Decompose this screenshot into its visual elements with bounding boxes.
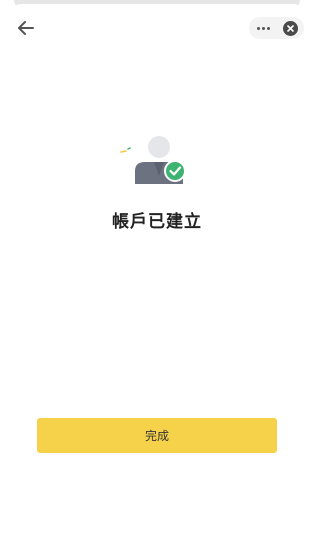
more-button[interactable] (257, 17, 270, 39)
done-button[interactable]: 完成 (37, 418, 277, 453)
page-title: 帳戶已建立 (112, 212, 202, 232)
more-dot (262, 26, 265, 30)
mini-program-capsule (249, 17, 304, 39)
back-button[interactable] (12, 16, 40, 40)
close-icon (287, 24, 294, 32)
account-created-screen: 帳戶已建立 完成 (0, 0, 314, 559)
more-dot (267, 26, 270, 30)
sheet-top-edge (14, 0, 300, 10)
more-dots-icon (257, 26, 260, 30)
arrow-left-icon (18, 21, 34, 35)
user-verified-icon (120, 136, 186, 184)
close-button[interactable] (283, 20, 298, 36)
